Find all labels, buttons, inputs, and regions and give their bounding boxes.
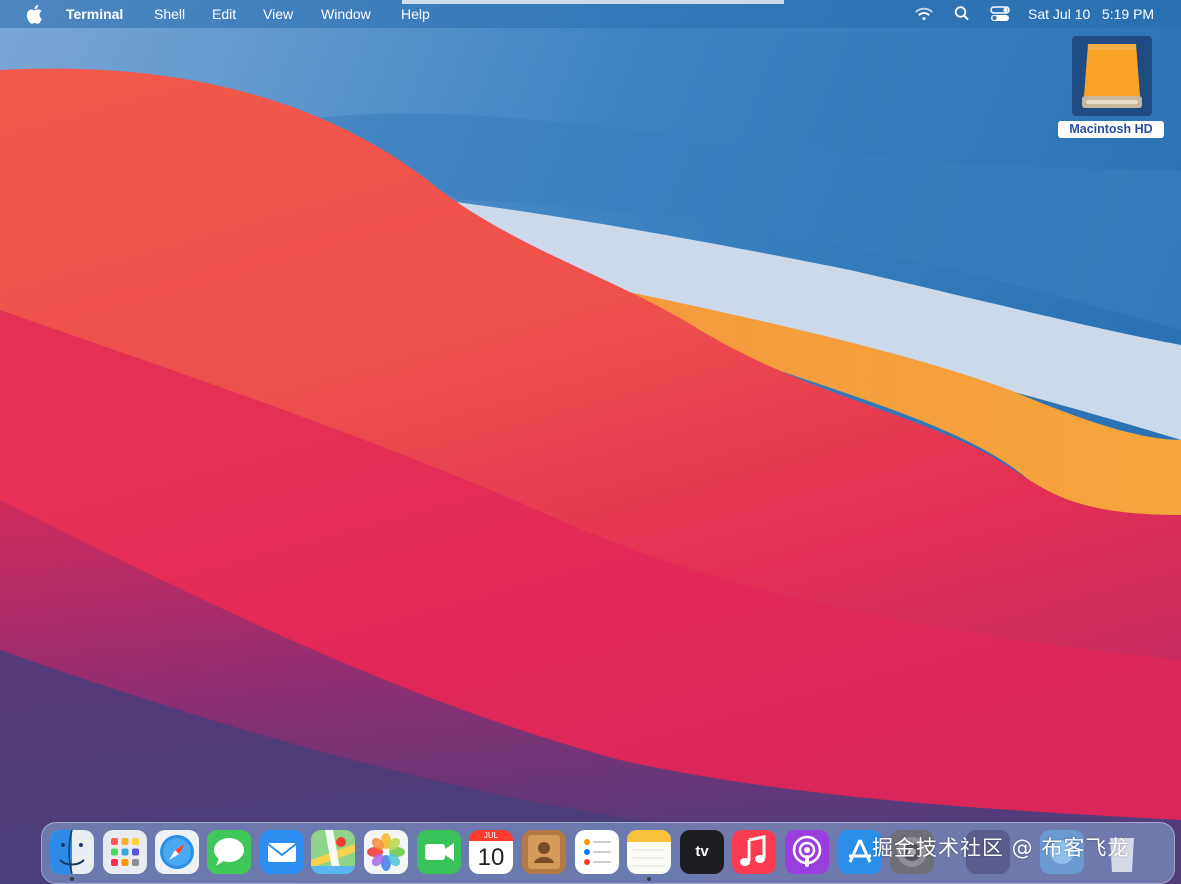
menu-highlight-strip bbox=[402, 0, 784, 4]
desktop-wallpaper bbox=[0, 0, 1181, 884]
dock-tv[interactable]: tv bbox=[680, 830, 724, 874]
dock-running-indicator bbox=[70, 877, 74, 881]
menu-app-name[interactable]: Terminal bbox=[66, 6, 123, 22]
dock-notes[interactable] bbox=[627, 830, 671, 874]
finder-icon bbox=[50, 830, 94, 874]
messages-icon bbox=[207, 830, 251, 874]
wifi-icon[interactable] bbox=[914, 5, 934, 22]
spotlight-icon[interactable] bbox=[954, 5, 970, 22]
dock-calendar[interactable]: JUL 10 bbox=[469, 830, 513, 874]
photos-icon bbox=[364, 830, 408, 874]
dock-contacts[interactable] bbox=[522, 830, 566, 874]
contacts-icon bbox=[522, 830, 566, 874]
menu-clock[interactable]: Sat Jul 10 5:19 PM bbox=[1028, 6, 1154, 22]
dock-podcasts[interactable] bbox=[785, 830, 829, 874]
menu-view[interactable]: View bbox=[263, 6, 293, 22]
safari-icon bbox=[155, 830, 199, 874]
apple-icon[interactable] bbox=[25, 4, 43, 24]
maps-icon bbox=[311, 830, 355, 874]
dock-mail[interactable] bbox=[260, 830, 304, 874]
launchpad-icon bbox=[103, 830, 147, 874]
menu-help[interactable]: Help bbox=[401, 6, 430, 22]
dock-messages[interactable] bbox=[207, 830, 251, 874]
dock-running-indicator bbox=[647, 877, 651, 881]
dock-music[interactable] bbox=[732, 830, 776, 874]
menu-bar: Terminal Shell Edit View Window Help Sat… bbox=[0, 0, 1181, 28]
dock-finder[interactable] bbox=[50, 830, 94, 874]
notes-icon bbox=[627, 830, 671, 874]
dock-photos[interactable] bbox=[364, 830, 408, 874]
menu-window[interactable]: Window bbox=[321, 6, 371, 22]
hard-drive-icon bbox=[1082, 44, 1142, 108]
music-icon bbox=[732, 830, 776, 874]
dock-launchpad[interactable] bbox=[103, 830, 147, 874]
dock-reminders[interactable] bbox=[575, 830, 619, 874]
menu-shell[interactable]: Shell bbox=[154, 6, 185, 22]
control-center-icon[interactable] bbox=[990, 5, 1010, 23]
podcasts-icon bbox=[785, 830, 829, 874]
dock-safari[interactable] bbox=[155, 830, 199, 874]
calendar-day: 10 bbox=[469, 841, 513, 874]
menu-edit[interactable]: Edit bbox=[212, 6, 236, 22]
tv-icon-label: tv bbox=[695, 843, 709, 860]
watermark: 掘金技术社区 @ 布客飞龙 bbox=[872, 836, 1130, 860]
mail-icon bbox=[260, 830, 304, 874]
dock-maps[interactable] bbox=[311, 830, 355, 874]
reminders-icon bbox=[575, 830, 619, 874]
macintosh-hd-label[interactable]: Macintosh HD bbox=[1058, 121, 1164, 138]
facetime-icon bbox=[417, 830, 461, 874]
dock-facetime[interactable] bbox=[417, 830, 461, 874]
macintosh-hd-icon[interactable] bbox=[1072, 36, 1152, 116]
